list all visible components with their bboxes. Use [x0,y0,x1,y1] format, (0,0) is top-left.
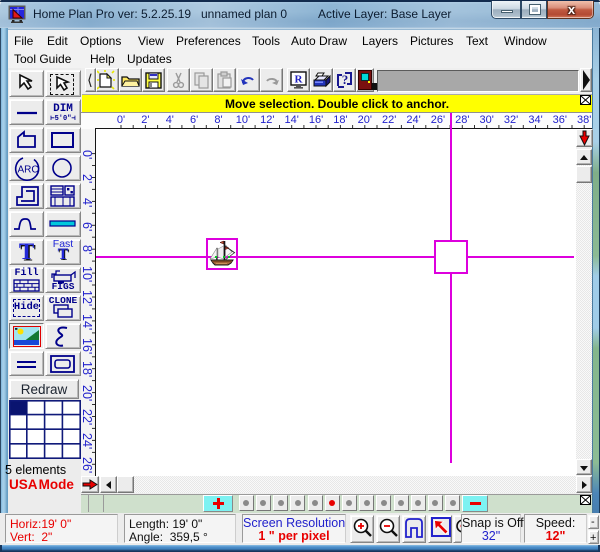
svg-text:0': 0' [117,114,125,126]
svg-text:16': 16' [309,114,323,126]
svg-text:24': 24' [406,114,420,126]
svg-text:20': 20' [358,114,372,126]
svg-text:26': 26' [431,114,445,126]
svg-text:22': 22' [382,114,396,126]
svg-text:36': 36' [553,114,567,126]
svg-text:R: R [295,74,304,86]
svg-text:30': 30' [480,114,494,126]
svg-text:12': 12' [260,114,274,126]
svg-text:?: ? [342,72,349,87]
svg-text:34': 34' [528,114,542,126]
svg-text:32': 32' [504,114,518,126]
svg-text:4': 4' [166,114,174,126]
svg-text:14': 14' [285,114,299,126]
svg-text:6': 6' [190,114,198,126]
svg-text:18': 18' [333,114,347,126]
svg-text:38': 38' [577,114,591,126]
svg-text:10': 10' [236,114,250,126]
svg-text:28': 28' [455,114,469,126]
svg-text:2': 2' [141,114,149,126]
svg-text:8': 8' [214,114,222,126]
svg-text:ARC: ARC [17,165,38,176]
